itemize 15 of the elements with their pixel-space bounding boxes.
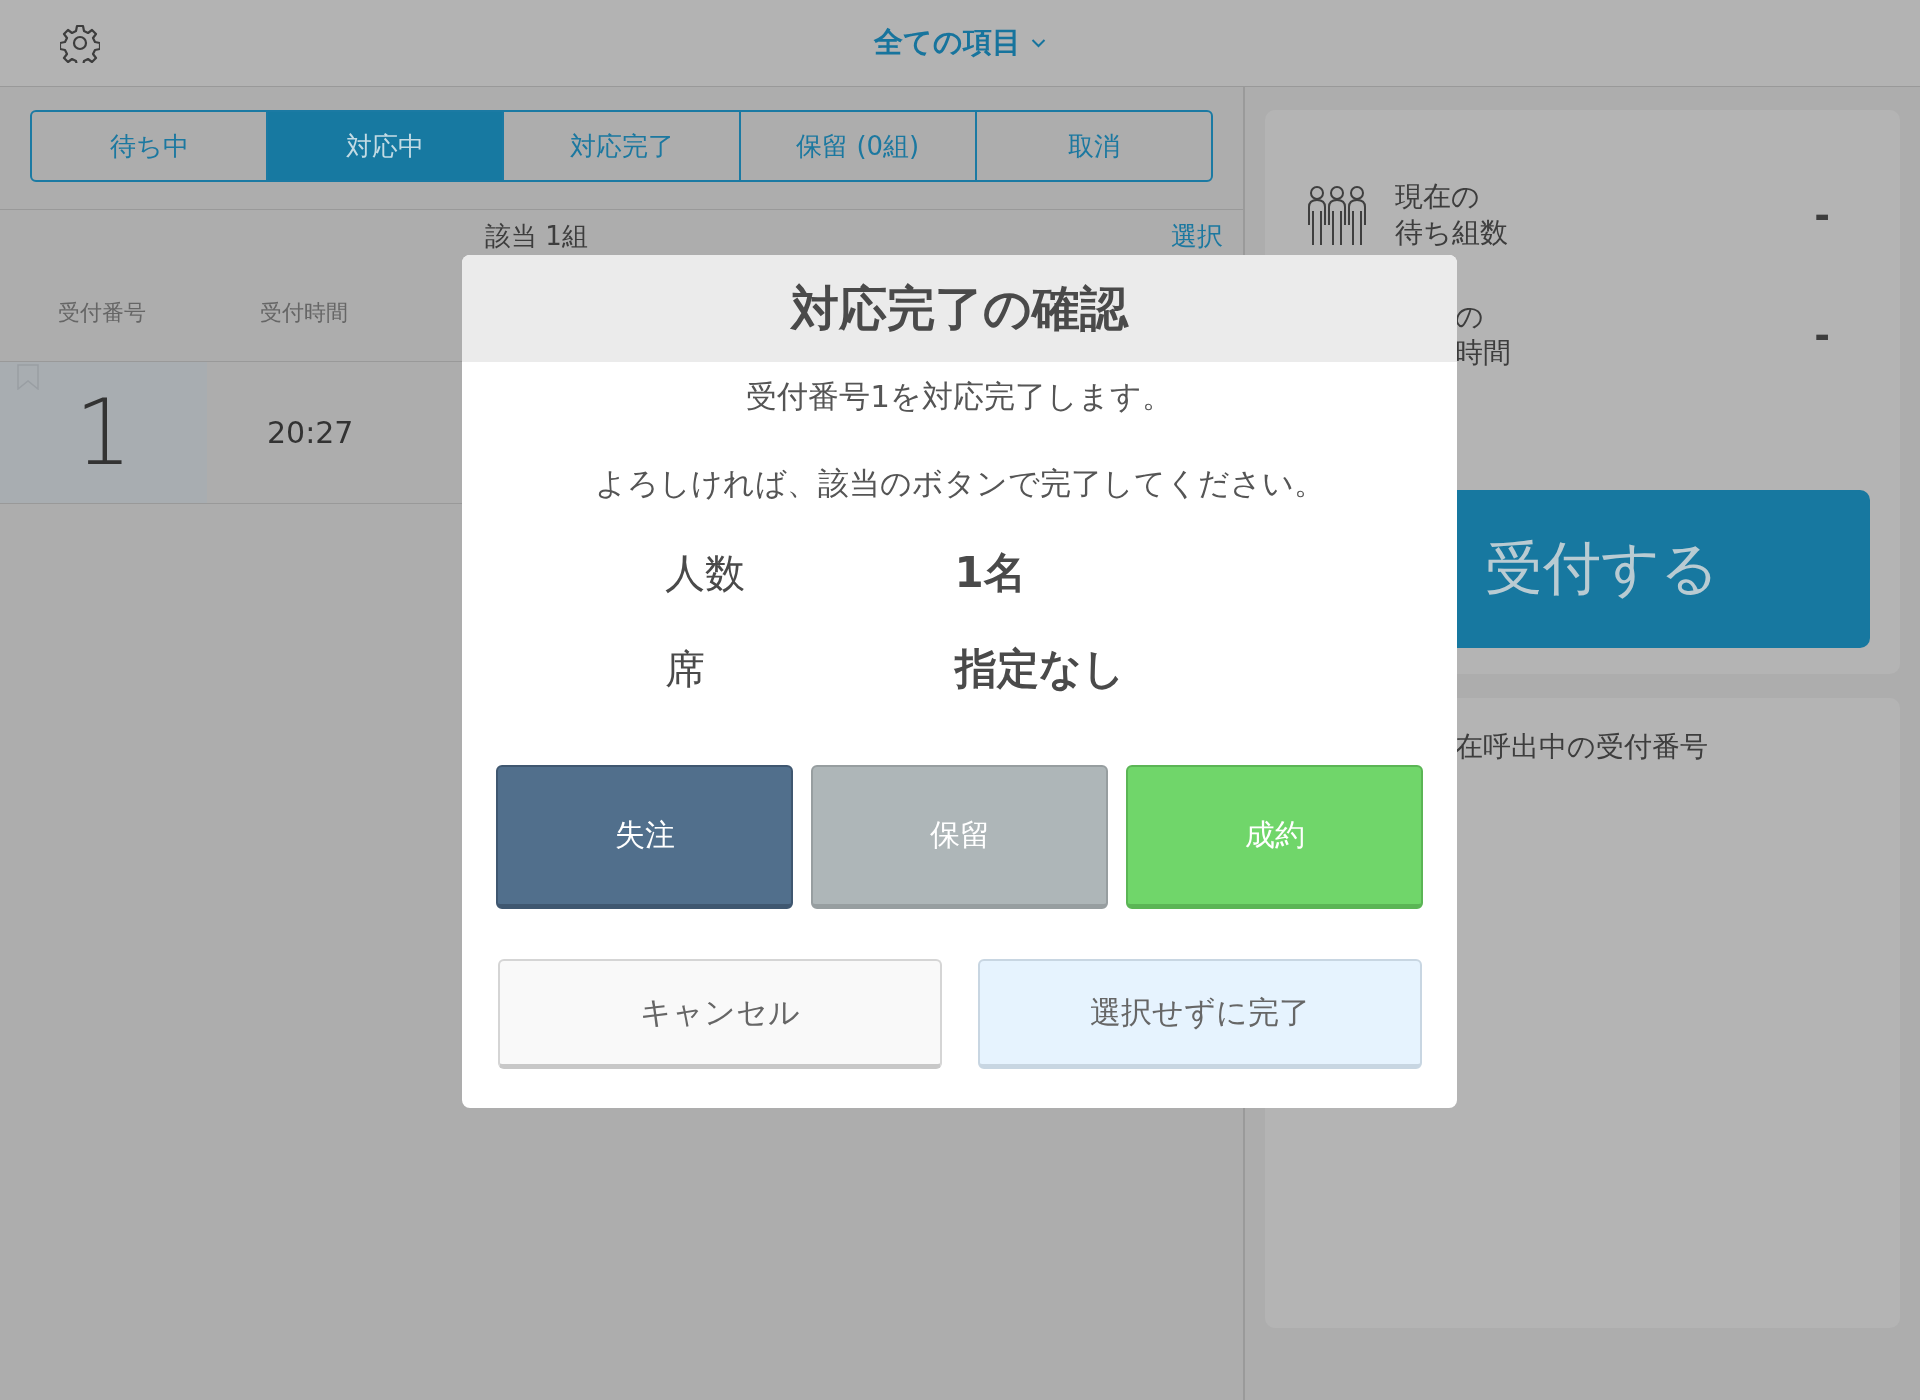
stat-label: の 時間 xyxy=(1455,299,1511,371)
calling-label: 在呼出中の受付番号 xyxy=(1455,730,1708,763)
reception-number: 1 xyxy=(74,380,133,485)
dialog-message: 受付番号1を対応完了します。 xyxy=(746,377,1173,416)
dialog-title: 対応完了の確認 xyxy=(462,255,1457,362)
stat-value: - xyxy=(1814,313,1830,357)
column-header: 受付番号 xyxy=(58,298,146,327)
detail-value: 1名 xyxy=(954,547,1027,599)
column-header: 受付時間 xyxy=(260,298,348,327)
reception-time: 20:27 xyxy=(267,415,354,450)
detail-label: 席 xyxy=(664,644,706,694)
stat-label: 現在の 待ち組数 xyxy=(1395,179,1508,251)
detail-label: 人数 xyxy=(664,548,746,598)
stat-value: - xyxy=(1814,193,1830,237)
result-count: 該当 1組 xyxy=(485,220,588,253)
